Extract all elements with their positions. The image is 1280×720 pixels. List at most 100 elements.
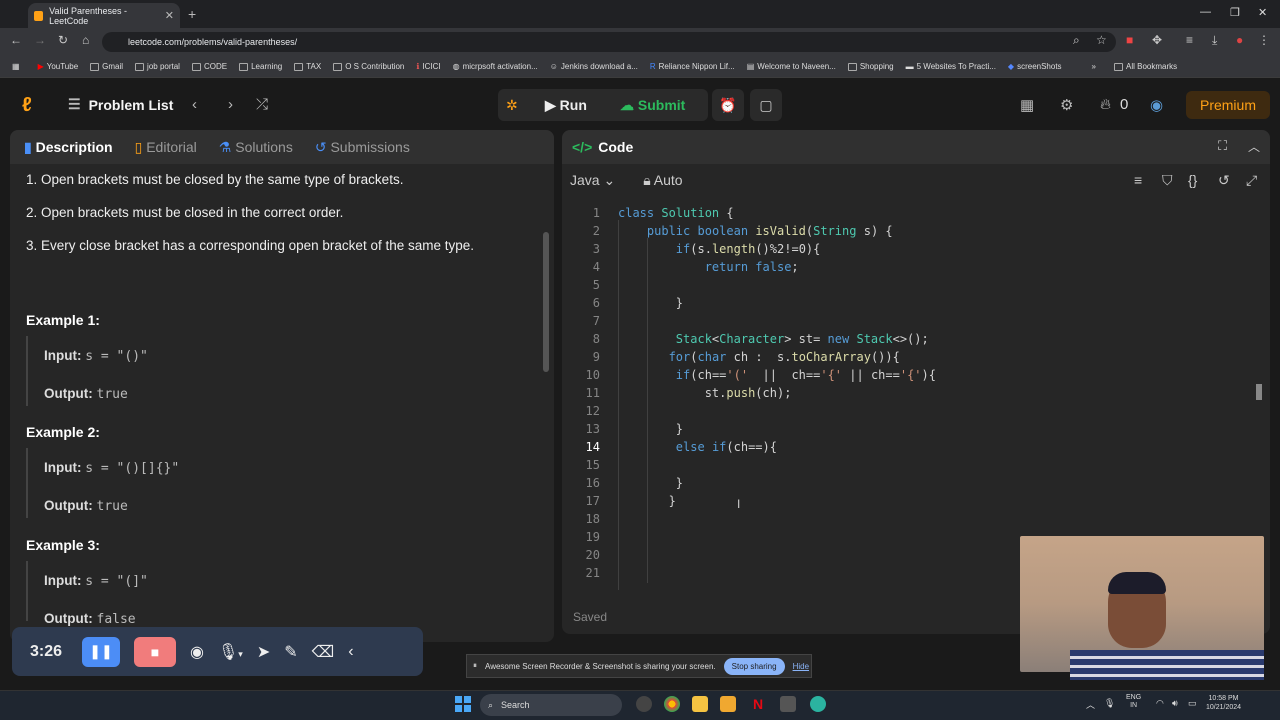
user-avatar[interactable]: ◉ [1150, 96, 1163, 114]
format-icon[interactable]: ≡ [1134, 172, 1142, 188]
netflix-icon[interactable]: N [750, 696, 766, 712]
battery-icon[interactable]: ▭ [1188, 698, 1197, 709]
language-select[interactable]: Java ⌄ [570, 172, 615, 189]
autocomplete-mode[interactable]: 🔒︎ Auto [643, 172, 682, 189]
bookmark-os-contribution[interactable]: O S Contribution [333, 62, 404, 71]
streak-fire-icon[interactable]: 🔥︎ [1100, 96, 1111, 113]
system-clock[interactable]: 10:58 PM 10/21/2024 [1206, 694, 1241, 712]
shuffle-icon[interactable]: ⤮ [256, 96, 268, 113]
bookmark-screenshots[interactable]: ◆ screenShots [1008, 62, 1062, 71]
minimize-icon[interactable]: — [1200, 6, 1211, 18]
webcam-toggle-icon[interactable]: ◉ [190, 642, 204, 662]
bookmark-job-portal[interactable]: job portal [135, 62, 180, 71]
edge-icon[interactable] [810, 696, 826, 712]
app-icon[interactable] [780, 696, 796, 712]
task-view-icon[interactable] [636, 696, 652, 712]
apps-grid-icon[interactable]: ▦ [12, 62, 20, 71]
tab-submissions[interactable]: ↺ Submissions [315, 139, 410, 156]
download-icon[interactable]: ⤓ [1212, 33, 1217, 48]
code-editor[interactable]: 1 class Solution {2 public boolean isVali… [570, 200, 1260, 590]
prev-problem-icon[interactable]: ‹ [192, 96, 197, 113]
hide-link[interactable]: Hide [793, 662, 809, 671]
close-tab-icon[interactable]: ✕ [165, 9, 174, 22]
extension-icon[interactable]: ■ [1126, 33, 1133, 47]
premium-button[interactable]: Premium [1186, 91, 1270, 119]
tab-editorial[interactable]: ▯ Editorial [135, 139, 197, 156]
pen-icon[interactable]: ✎ [284, 642, 297, 662]
bookmark-jenkins[interactable]: ☺ Jenkins download a... [550, 62, 638, 71]
new-tab-icon[interactable]: + [188, 6, 196, 22]
timer-icon[interactable]: ⏰ [712, 89, 744, 121]
bookmark-microsoft[interactable]: ◍ micrpsoft activation... [453, 62, 538, 71]
bookmark-websites[interactable]: ▬ 5 Websites To Practi... [906, 62, 996, 71]
bookmark-label: TAX [306, 62, 322, 71]
more-bookmarks-icon[interactable]: » [1092, 62, 1096, 71]
wifi-icon[interactable]: ◠ [1156, 698, 1164, 709]
fullscreen-icon[interactable]: ⛶ [1218, 138, 1227, 154]
bookmark-icici[interactable]: ℹ ICICI [416, 62, 440, 71]
tab-description[interactable]: ▮ Description [24, 139, 113, 156]
microphone-icon[interactable]: 🎙︎▾ [218, 642, 243, 662]
description-scrollbar[interactable] [543, 232, 549, 372]
extensions-puzzle-icon[interactable]: ✥ [1152, 33, 1162, 47]
volume-icon[interactable]: 🔊︎ [1172, 698, 1178, 709]
reload-icon[interactable]: ↻ [58, 33, 68, 47]
bookmark-icon[interactable]: ⛉ [1162, 172, 1173, 189]
maximize-icon[interactable]: ❐ [1230, 6, 1240, 19]
mic-tray-icon[interactable]: 🎙︎ [1104, 698, 1115, 709]
close-window-icon[interactable]: ✕ [1258, 6, 1267, 19]
bookmark-youtube[interactable]: ▶ YouTube [38, 62, 79, 71]
windows-start-icon[interactable] [455, 696, 471, 712]
settings-gear-icon[interactable]: ⚙ [1060, 96, 1073, 114]
youtube-icon: ▶ [37, 62, 44, 71]
zoom-icon[interactable]: ⌕ [1073, 33, 1080, 48]
leetcode-logo-icon[interactable]: ℓ [22, 94, 32, 117]
bookmark-shopping[interactable]: Shopping [847, 62, 894, 71]
editor-scrollbar[interactable] [1256, 384, 1262, 400]
note-icon[interactable]: ▢ [750, 89, 782, 121]
layout-icon[interactable]: ▦ [1020, 96, 1034, 114]
braces-icon[interactable]: {} [1188, 172, 1197, 188]
webcam-person-shirt [1070, 650, 1264, 680]
eraser-icon[interactable]: ⌫ [312, 642, 335, 662]
profile-avatar[interactable]: ● [1236, 33, 1243, 47]
back-icon[interactable]: ← [10, 33, 22, 47]
collapse-toolbar-icon[interactable]: ‹ [348, 643, 353, 661]
forward-icon[interactable]: → [34, 33, 46, 47]
pointer-icon[interactable]: ➤ [257, 642, 270, 662]
url-field[interactable]: leetcode.com/problems/valid-parentheses/ [102, 32, 1116, 52]
pause-button[interactable]: ❚❚ [82, 636, 120, 667]
bookmark-tax[interactable]: TAX [294, 62, 321, 71]
home-icon[interactable]: ⌂ [82, 33, 89, 47]
language-indicator[interactable]: ENG IN [1126, 694, 1141, 711]
tray-chevron-icon[interactable]: ︿ [1086, 698, 1095, 711]
notes-app-icon[interactable] [720, 696, 736, 712]
bookmark-learning[interactable]: Learning [239, 62, 282, 71]
browser-menu-icon[interactable]: ⋮ [1258, 33, 1270, 47]
next-problem-icon[interactable]: › [228, 96, 233, 113]
stop-button[interactable]: ■ [134, 636, 176, 667]
file-explorer-icon[interactable] [692, 696, 708, 712]
run-button[interactable]: ▶ Run [545, 97, 587, 114]
problem-list-button[interactable]: ☰ Problem List [68, 96, 173, 113]
browser-tab[interactable]: Valid Parentheses - LeetCode ✕ [28, 3, 180, 28]
bookmark-gmail[interactable]: Gmail [90, 62, 123, 71]
taskbar-search[interactable]: ⌕ Search [480, 694, 622, 716]
code-line: class Solution { [618, 206, 734, 220]
media-icon[interactable]: ≡ [1186, 33, 1193, 47]
bookmark-code[interactable]: CODE [191, 62, 227, 71]
list-icon: ☰ [68, 96, 81, 112]
submit-button[interactable]: ☁ Submit [620, 97, 685, 114]
reset-icon[interactable]: ↺ [1218, 172, 1230, 189]
rule-1: 1. Open brackets must be closed by the s… [26, 172, 404, 187]
chrome-icon[interactable] [664, 696, 680, 712]
all-bookmarks[interactable]: All Bookmarks [1114, 62, 1177, 71]
expand-icon[interactable]: ⤢ [1246, 172, 1257, 189]
bookmark-reliance[interactable]: R Reliance Nippon Lif... [650, 62, 735, 71]
debug-icon[interactable]: ✲ [506, 97, 518, 114]
tab-solutions[interactable]: ⚗ Solutions [219, 139, 293, 156]
stop-sharing-button[interactable]: Stop sharing [723, 657, 785, 675]
collapse-icon[interactable]: ︿ [1248, 138, 1260, 155]
bookmark-star-icon[interactable]: ☆ [1096, 33, 1107, 47]
bookmark-naveen[interactable]: ▤ Welcome to Naveen... [747, 62, 836, 71]
